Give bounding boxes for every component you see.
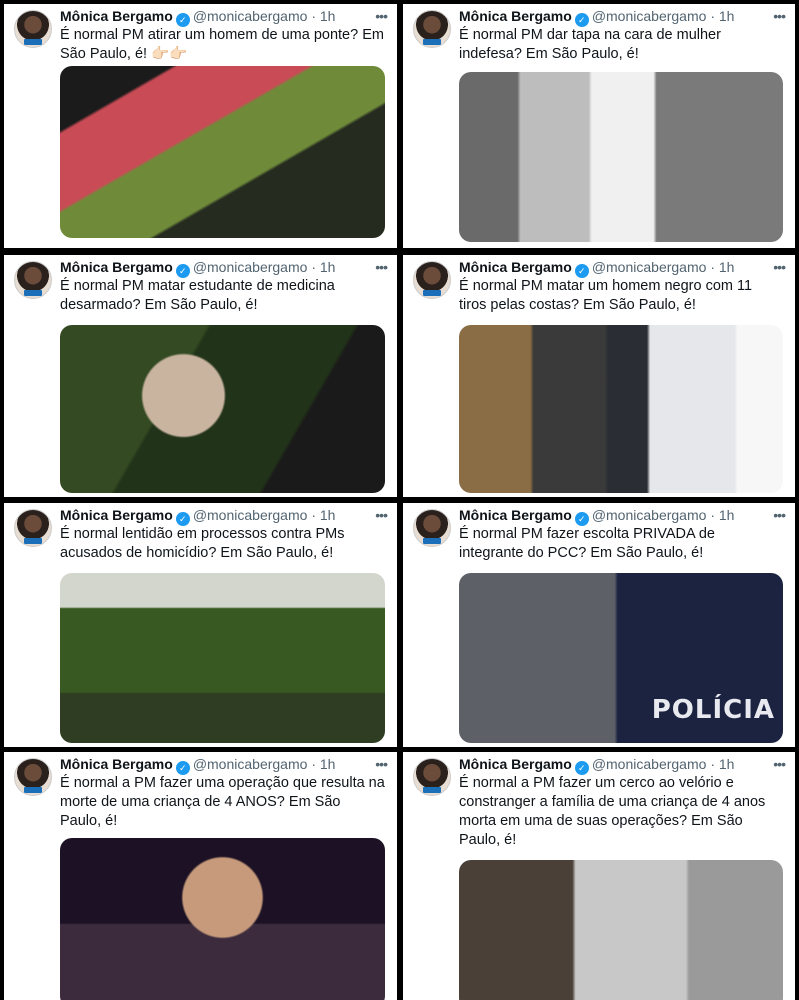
tweet-header: Mônica Bergamo ✓ @monicabergamo · 1h xyxy=(459,259,783,279)
timestamp[interactable]: 1h xyxy=(320,507,336,523)
tweet-header: Mônica Bergamo ✓ @monicabergamo · 1h xyxy=(60,259,385,279)
timestamp[interactable]: 1h xyxy=(320,259,336,275)
tweet-card[interactable]: Mônica Bergamo ✓ @monicabergamo · 1h ••• É… xyxy=(4,503,397,747)
timestamp[interactable]: 1h xyxy=(719,756,735,772)
verified-badge-icon: ✓ xyxy=(175,264,190,278)
avatar[interactable] xyxy=(413,758,451,796)
separator: · xyxy=(311,756,316,772)
avatar[interactable] xyxy=(14,758,52,796)
tweet-image[interactable]: POLÍCIA xyxy=(459,573,783,743)
tweet-card[interactable]: Mônica Bergamo ✓ @monicabergamo · 1h ••• É… xyxy=(403,752,795,1000)
more-dots-icon[interactable]: ••• xyxy=(773,756,786,772)
avatar[interactable] xyxy=(14,10,52,48)
author-name[interactable]: Mônica Bergamo xyxy=(459,8,572,24)
tweet-text: É normal a PM fazer um cerco ao velório … xyxy=(459,775,766,848)
avatar[interactable] xyxy=(413,509,451,547)
timestamp[interactable]: 1h xyxy=(719,8,735,24)
author-name[interactable]: Mônica Bergamo xyxy=(60,259,173,275)
tweet-collage: Mônica Bergamo ✓ @monicabergamo · 1h ••• É… xyxy=(0,0,799,1000)
tweet-image[interactable] xyxy=(459,325,783,493)
tweet-image[interactable] xyxy=(459,72,783,242)
verified-badge-icon: ✓ xyxy=(574,264,589,278)
author-name[interactable]: Mônica Bergamo xyxy=(60,8,173,24)
tweet-text: É normal lentidão em processos contra PM… xyxy=(60,526,345,561)
tweet-text: É normal PM fazer escolta PRIVADA de int… xyxy=(459,526,716,561)
tweet-card[interactable]: Mônica Bergamo ✓ @monicabergamo · 1h ••• É… xyxy=(4,4,397,248)
author-handle[interactable]: @monicabergamo xyxy=(592,507,707,523)
tweet-card[interactable]: Mônica Bergamo ✓ @monicabergamo · 1h ••• É… xyxy=(4,255,397,497)
tweet-header: Mônica Bergamo ✓ @monicabergamo · 1h xyxy=(60,756,385,776)
separator: · xyxy=(311,507,316,523)
tweet-text: É normal PM matar estudante de medicina … xyxy=(60,278,335,313)
author-name[interactable]: Mônica Bergamo xyxy=(60,756,173,772)
timestamp[interactable]: 1h xyxy=(719,259,735,275)
separator: · xyxy=(710,8,715,24)
tweet-card[interactable]: Mônica Bergamo ✓ @monicabergamo · 1h ••• É… xyxy=(403,4,795,248)
more-dots-icon[interactable]: ••• xyxy=(773,8,786,24)
author-handle[interactable]: @monicabergamo xyxy=(592,259,707,275)
avatar[interactable] xyxy=(14,509,52,547)
verified-badge-icon: ✓ xyxy=(574,512,589,526)
tweet-image[interactable] xyxy=(60,325,385,493)
tweet-card[interactable]: Mônica Bergamo ✓ @monicabergamo · 1h ••• É… xyxy=(403,255,795,497)
avatar[interactable] xyxy=(413,261,451,299)
tweet-image[interactable] xyxy=(60,573,385,743)
tweet-card[interactable]: Mônica Bergamo ✓ @monicabergamo · 1h ••• É… xyxy=(4,752,397,1000)
tweet-text: É normal a PM fazer uma operação que res… xyxy=(60,775,385,829)
author-handle[interactable]: @monicabergamo xyxy=(592,756,707,772)
author-name[interactable]: Mônica Bergamo xyxy=(459,507,572,523)
tweet-header: Mônica Bergamo ✓ @monicabergamo · 1h xyxy=(459,756,783,776)
timestamp[interactable]: 1h xyxy=(320,756,336,772)
separator: · xyxy=(311,259,316,275)
tweet-header: Mônica Bergamo ✓ @monicabergamo · 1h xyxy=(459,507,783,527)
separator: · xyxy=(311,8,316,24)
timestamp[interactable]: 1h xyxy=(719,507,735,523)
tweet-card[interactable]: Mônica Bergamo ✓ @monicabergamo · 1h ••• É… xyxy=(403,503,795,747)
more-dots-icon[interactable]: ••• xyxy=(375,756,388,772)
author-handle[interactable]: @monicabergamo xyxy=(193,756,308,772)
avatar[interactable] xyxy=(14,261,52,299)
tweet-text: É normal PM matar um homem negro com 11 … xyxy=(459,278,753,313)
tweet-header: Mônica Bergamo ✓ @monicabergamo · 1h xyxy=(60,8,385,28)
more-dots-icon[interactable]: ••• xyxy=(773,507,786,523)
timestamp[interactable]: 1h xyxy=(320,8,336,24)
tweet-header: Mônica Bergamo ✓ @monicabergamo · 1h xyxy=(60,507,385,527)
verified-badge-icon: ✓ xyxy=(175,761,190,775)
verified-badge-icon: ✓ xyxy=(574,13,589,27)
separator: · xyxy=(710,259,715,275)
author-name[interactable]: Mônica Bergamo xyxy=(60,507,173,523)
verified-badge-icon: ✓ xyxy=(574,761,589,775)
avatar[interactable] xyxy=(413,10,451,48)
author-handle[interactable]: @monicabergamo xyxy=(592,8,707,24)
more-dots-icon[interactable]: ••• xyxy=(773,259,786,275)
separator: · xyxy=(710,507,715,523)
tweet-header: Mônica Bergamo ✓ @monicabergamo · 1h xyxy=(459,8,783,28)
separator: · xyxy=(710,756,715,772)
tweet-image[interactable] xyxy=(60,66,385,238)
author-handle[interactable]: @monicabergamo xyxy=(193,259,308,275)
more-dots-icon[interactable]: ••• xyxy=(375,259,388,275)
verified-badge-icon: ✓ xyxy=(175,13,190,27)
tweet-text: É normal PM dar tapa na cara de mulher i… xyxy=(459,27,721,62)
more-dots-icon[interactable]: ••• xyxy=(375,507,388,523)
author-handle[interactable]: @monicabergamo xyxy=(193,507,308,523)
image-caption-text: POLÍCIA xyxy=(651,695,775,725)
author-name[interactable]: Mônica Bergamo xyxy=(459,259,572,275)
tweet-text: É normal PM atirar um homem de uma ponte… xyxy=(60,27,384,62)
author-handle[interactable]: @monicabergamo xyxy=(193,8,308,24)
author-name[interactable]: Mônica Bergamo xyxy=(459,756,572,772)
more-dots-icon[interactable]: ••• xyxy=(375,8,388,24)
tweet-image[interactable] xyxy=(60,838,385,1000)
verified-badge-icon: ✓ xyxy=(175,512,190,526)
tweet-image[interactable] xyxy=(459,860,783,1000)
